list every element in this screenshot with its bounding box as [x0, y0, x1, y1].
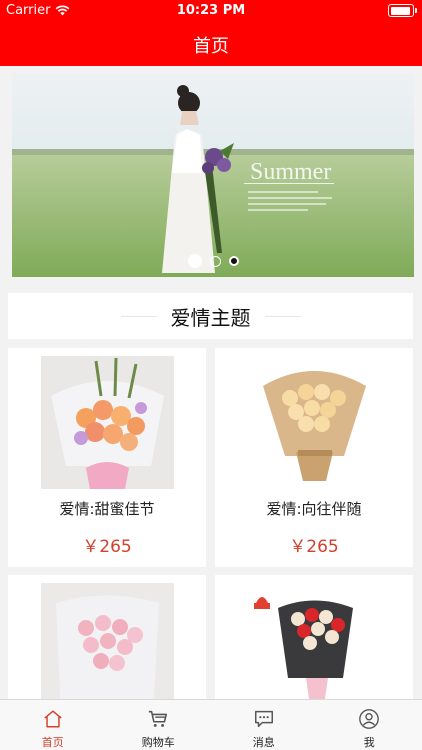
- message-icon: [254, 710, 273, 728]
- user-icon: [359, 709, 380, 729]
- product-image: [41, 583, 174, 699]
- tab-label: 购物车: [141, 736, 175, 749]
- tab-me[interactable]: 我: [317, 700, 422, 750]
- product-card[interactable]: [8, 575, 206, 699]
- page-title: 首页: [193, 36, 229, 57]
- carousel-dot[interactable]: [209, 255, 221, 267]
- product-name: 爱情:甜蜜佳节: [59, 500, 155, 518]
- status-bar: Carrier 10:23 PM: [0, 0, 422, 22]
- product-price: ￥265: [289, 537, 339, 557]
- divider-line: [264, 315, 301, 317]
- tab-label: 消息: [252, 736, 275, 749]
- section-title: 爱情主题: [170, 305, 251, 330]
- tab-messages[interactable]: 消息: [211, 700, 317, 750]
- banner-carousel[interactable]: Summer: [12, 73, 414, 277]
- banner-overlay-text: Summer: [250, 159, 331, 185]
- product-price: ￥265: [82, 537, 132, 557]
- product-image: [248, 583, 381, 699]
- carousel-dot[interactable]: [187, 254, 202, 268]
- section-header: 爱情主题: [8, 293, 413, 339]
- cart-icon: [149, 710, 168, 727]
- product-card[interactable]: 爱情:甜蜜佳节 ￥265: [8, 348, 206, 567]
- tab-label: 首页: [41, 736, 64, 749]
- product-image: [248, 356, 381, 489]
- tab-cart[interactable]: 购物车: [106, 700, 212, 750]
- battery-icon: [388, 4, 417, 17]
- product-image: [41, 356, 174, 489]
- product-card[interactable]: [215, 575, 413, 699]
- battery-level: [390, 6, 411, 15]
- product-card[interactable]: 爱情:向往伴随 ￥265: [215, 348, 413, 567]
- tab-home[interactable]: 首页: [0, 700, 106, 750]
- divider-line: [120, 315, 157, 317]
- carousel-indicator[interactable]: [12, 254, 414, 268]
- tab-bar: 首页 购物车 消息 我: [0, 699, 422, 750]
- home-icon: [44, 710, 62, 728]
- app-header: Carrier 10:23 PM 首页: [0, 0, 422, 66]
- status-time: 10:23 PM: [176, 3, 246, 18]
- carousel-dot[interactable]: [228, 256, 239, 266]
- tab-label: 我: [363, 736, 375, 749]
- banner-image: Summer: [12, 73, 414, 277]
- product-name: 爱情:向往伴随: [266, 500, 362, 518]
